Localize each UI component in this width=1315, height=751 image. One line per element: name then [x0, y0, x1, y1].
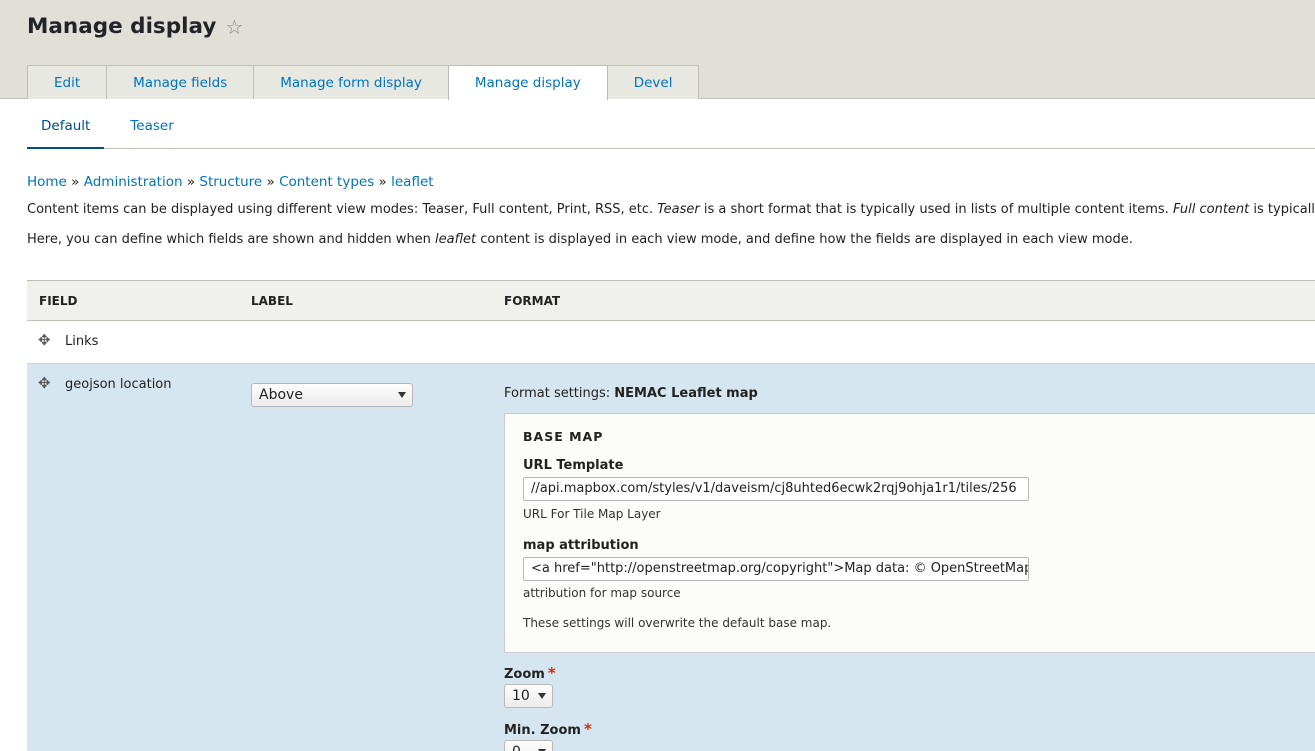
- subtab-teaser[interactable]: Teaser: [116, 118, 187, 149]
- select-value: 0: [512, 744, 521, 751]
- url-template-input[interactable]: //api.mapbox.com/styles/v1/daveism/cj8uh…: [523, 477, 1029, 501]
- breadcrumb-separator: »: [186, 174, 200, 190]
- drag-handle-icon[interactable]: ✥: [38, 331, 51, 349]
- help-text-view-modes: Content items can be displayed using dif…: [27, 202, 1315, 217]
- tab-manage-display[interactable]: Manage display: [447, 65, 608, 100]
- fieldset-legend: BASE MAP: [523, 429, 604, 444]
- breadcrumb-separator: »: [266, 174, 280, 190]
- breadcrumb-leaflet[interactable]: leaflet: [391, 174, 433, 190]
- column-header-label: LABEL: [251, 294, 293, 308]
- field-name-geojson-location: geojson location: [65, 377, 172, 392]
- help-text-part: is a short format that is typically used…: [699, 202, 1173, 217]
- tab-manage-form-display[interactable]: Manage form display: [253, 65, 449, 99]
- help-text-emphasis: leaflet: [435, 232, 477, 247]
- table-row: ✥ Links: [27, 321, 1315, 364]
- url-template-description: URL For Tile Map Layer: [523, 507, 661, 521]
- star-icon[interactable]: ☆: [225, 15, 243, 39]
- help-text-emphasis: Teaser: [657, 202, 700, 217]
- format-settings-title: Format settings: NEMAC Leaflet map: [504, 386, 758, 401]
- tab-devel[interactable]: Devel: [606, 65, 700, 99]
- chevron-down-icon: [538, 693, 546, 699]
- zoom-select[interactable]: 10: [504, 684, 553, 708]
- required-marker: *: [547, 664, 556, 682]
- subtab-default[interactable]: Default: [27, 118, 105, 149]
- help-text-part: is typically used: [1253, 202, 1315, 217]
- zoom-label-text: Zoom: [504, 667, 545, 682]
- help-text-emphasis: Full content: [1172, 202, 1250, 217]
- secondary-tabs: Default Teaser: [27, 118, 1315, 149]
- page-header: Manage display ☆ Edit Manage fields Mana…: [0, 0, 1315, 100]
- select-value: Above: [259, 387, 303, 403]
- breadcrumb-home[interactable]: Home: [27, 174, 67, 190]
- tab-edit[interactable]: Edit: [27, 65, 108, 99]
- format-settings-prefix: Format settings:: [504, 386, 615, 401]
- table-row-selected: ✥ geojson location Above Format settings…: [27, 364, 1315, 751]
- page-title: Manage display ☆: [27, 14, 243, 39]
- base-map-fieldset: BASE MAP URL Template //api.mapbox.com/s…: [504, 413, 1315, 653]
- drag-handle-icon[interactable]: ✥: [38, 374, 51, 392]
- breadcrumb: Home » Administration » Structure » Cont…: [27, 174, 434, 190]
- chevron-down-icon: [398, 392, 406, 398]
- help-text-part: Here, you can define which fields are sh…: [27, 232, 436, 247]
- primary-tabs: Edit Manage fields Manage form display M…: [27, 65, 700, 100]
- table-header: FIELD LABEL FORMAT: [27, 280, 1315, 321]
- help-text-fields: Here, you can define which fields are sh…: [27, 232, 1133, 247]
- breadcrumb-separator: »: [71, 174, 84, 190]
- label-display-select[interactable]: Above: [251, 383, 413, 407]
- field-name-links: Links: [65, 334, 99, 349]
- zoom-label: Zoom *: [504, 664, 556, 682]
- breadcrumb-structure[interactable]: Structure: [199, 174, 262, 190]
- map-attribution-label: map attribution: [523, 538, 639, 553]
- formatter-name: NEMAC Leaflet map: [614, 386, 758, 401]
- min-zoom-select[interactable]: 0: [504, 740, 553, 751]
- tab-manage-fields[interactable]: Manage fields: [106, 65, 255, 99]
- help-text-part: Content items can be displayed using dif…: [27, 202, 658, 217]
- map-attribution-input[interactable]: <a href="http://openstreetmap.org/copyri…: [523, 557, 1029, 581]
- map-attribution-description: attribution for map source: [523, 586, 681, 600]
- help-text-part: content is displayed in each view mode, …: [476, 232, 1133, 247]
- column-header-field: FIELD: [39, 294, 78, 308]
- min-zoom-label: Min. Zoom *: [504, 720, 592, 738]
- page-title-text: Manage display: [27, 14, 217, 39]
- url-template-label: URL Template: [523, 458, 624, 473]
- breadcrumb-separator: »: [378, 174, 392, 190]
- select-value: 10: [512, 688, 530, 704]
- min-zoom-label-text: Min. Zoom: [504, 723, 581, 738]
- base-map-note: These settings will overwrite the defaul…: [523, 616, 832, 630]
- breadcrumb-administration[interactable]: Administration: [84, 174, 183, 190]
- breadcrumb-content-types[interactable]: Content types: [279, 174, 374, 190]
- column-header-format: FORMAT: [504, 294, 561, 308]
- required-marker: *: [583, 720, 592, 738]
